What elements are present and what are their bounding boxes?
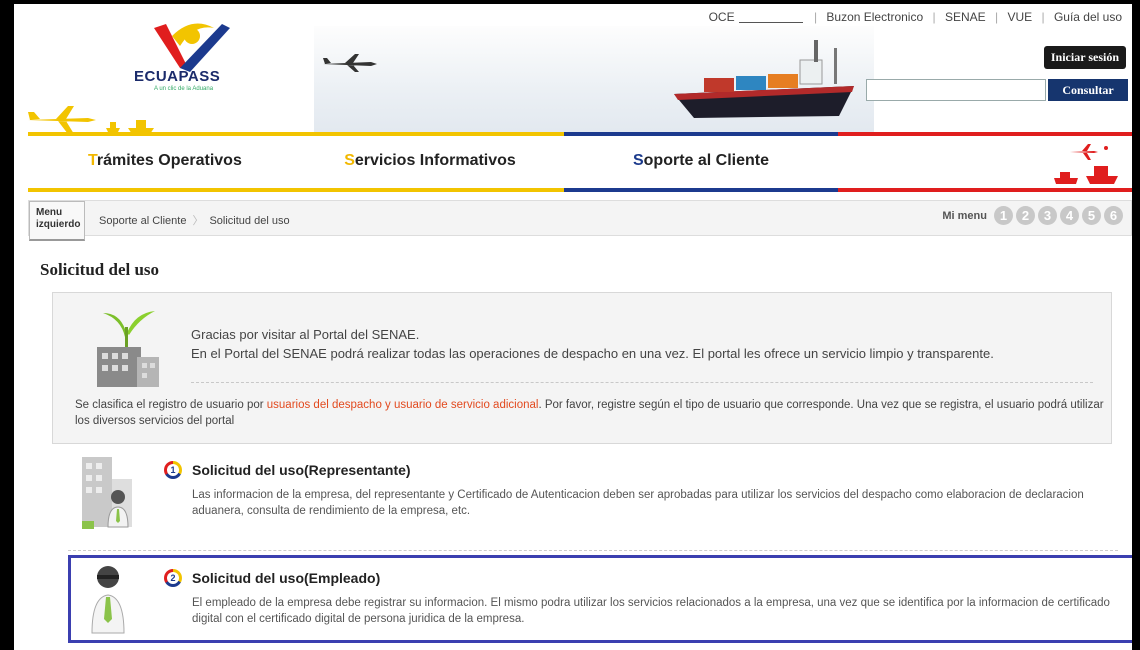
user-types-link[interactable]: usuarios del despacho y usuario de servi…: [267, 399, 539, 411]
plane-ship-icon: [1054, 144, 1118, 184]
breadcrumb-item-current[interactable]: Solicitud del uso: [209, 215, 289, 227]
breadcrumb: Soporte al Cliente 〉 Solicitud del uso: [99, 212, 290, 228]
guia-del-uso-link[interactable]: Guía del uso: [1050, 10, 1126, 24]
separator: |: [813, 10, 818, 24]
mi-menu-slot-5[interactable]: 5: [1082, 206, 1101, 225]
representative-building-icon: [82, 457, 132, 529]
top-links: OCE | Buzon Electronico | SENAE | VUE | …: [705, 10, 1126, 24]
intro-note: Se clasifica el registro de usuario por …: [75, 397, 1105, 429]
mi-menu-slot-6[interactable]: 6: [1104, 206, 1123, 225]
option-title[interactable]: Solicitud del uso(Empleado): [192, 570, 380, 586]
mi-menu-label: Mi menu: [942, 209, 987, 222]
main-menu: Trámites Operativos Servicios Informativ…: [28, 132, 1132, 192]
menu-soporte-al-cliente[interactable]: Soporte al Cliente: [564, 132, 838, 192]
menu-label: Servicios Informativos: [344, 152, 516, 169]
mi-menu-slot-3[interactable]: 3: [1038, 206, 1057, 225]
mi-menu-slot-2[interactable]: 2: [1016, 206, 1035, 225]
browser-page: ECUAPASS A un clic de la Aduana OCE | Bu…: [14, 0, 1132, 650]
menu-label: Soporte al Cliente: [632, 152, 770, 169]
senae-link[interactable]: SENAE: [941, 10, 990, 24]
mi-menu: Mi menu 1 2 3 4 5 6: [942, 206, 1123, 225]
oce-link[interactable]: OCE: [705, 10, 739, 24]
separator: |: [932, 10, 936, 24]
number-badge-2: 2: [164, 569, 182, 587]
intro-line-2: En el Portal del SENAE podrá realizar to…: [191, 346, 994, 361]
page-title: Solicitud del uso: [40, 260, 160, 279]
mi-menu-slot-1[interactable]: 1: [994, 206, 1013, 225]
logo-tagline: A un clic de la Aduana: [154, 86, 214, 92]
search-input[interactable]: [866, 79, 1046, 101]
option-description: El empleado de la empresa debe registrar…: [192, 597, 1110, 625]
vue-link[interactable]: VUE: [1003, 10, 1036, 24]
search-button[interactable]: Consultar: [1048, 79, 1128, 101]
option-description: Las informacion de la empresa, del repre…: [192, 489, 1084, 517]
logo-text: ECUAPASS: [134, 68, 221, 85]
airplane-icon: [323, 54, 377, 72]
menu-tramites-operativos[interactable]: Trámites Operativos: [28, 132, 296, 192]
buzon-electronico-link[interactable]: Buzon Electronico: [822, 10, 927, 24]
login-button[interactable]: Iniciar sesión: [1043, 46, 1126, 69]
intro-line-1: Gracias por visitar al Portal del SENAE.: [191, 327, 420, 342]
note-text: Se clasifica el registro de usuario por: [75, 399, 267, 411]
plane-and-ship-decoration-icon: [28, 106, 154, 134]
breadcrumb-item-soporte[interactable]: Soporte al Cliente: [99, 215, 186, 227]
site-header: ECUAPASS A un clic de la Aduana OCE | Bu…: [14, 4, 1132, 136]
chevron-right-icon: 〉: [192, 215, 204, 227]
mi-menu-slot-4[interactable]: 4: [1060, 206, 1079, 225]
breadcrumb-bar: Menu izquierdo Soporte al Cliente 〉 Solici…: [28, 200, 1132, 241]
cargo-ship-image: [674, 40, 854, 118]
option-title[interactable]: Solicitud del uso(Representante): [192, 462, 411, 478]
menu-decoration: [838, 132, 1132, 192]
oce-input[interactable]: [738, 13, 803, 23]
option-representante[interactable]: 1 Solicitud del uso(Representante) Las i…: [68, 451, 1116, 547]
intro-box: Gracias por visitar al Portal del SENAE.…: [52, 292, 1112, 444]
left-menu-button[interactable]: Menu izquierdo: [29, 201, 85, 241]
separator: |: [1041, 10, 1045, 24]
divider: [68, 550, 1118, 551]
option-empleado[interactable]: 2 Solicitud del uso(Empleado) El emplead…: [68, 559, 1116, 639]
left-menu-label: izquierdo: [36, 219, 81, 230]
divider: [191, 382, 1093, 383]
employee-icon: [91, 566, 125, 634]
separator: |: [994, 10, 999, 24]
left-menu-label: Menu: [36, 207, 63, 218]
menu-servicios-informativos[interactable]: Servicios Informativos: [296, 132, 564, 192]
menu-label: Trámites Operativos: [88, 152, 242, 169]
building-sprout-icon: [97, 311, 159, 387]
number-badge-1: 1: [164, 461, 182, 479]
